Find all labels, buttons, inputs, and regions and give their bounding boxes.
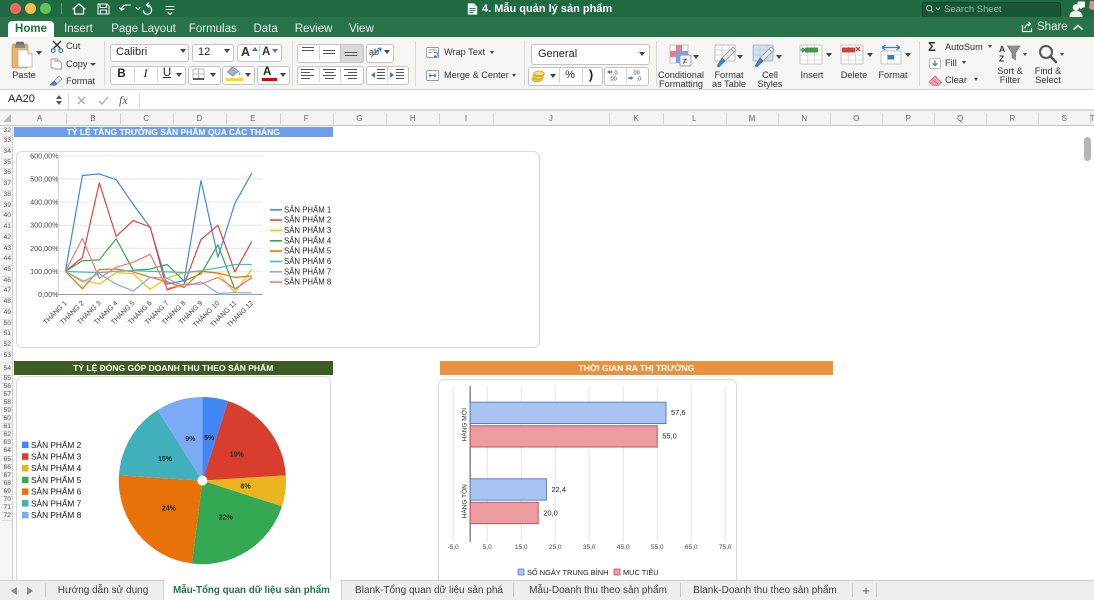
svg-text:45,0: 45,0 [617, 544, 630, 551]
svg-text:SẢN PHẨM 4: SẢN PHẨM 4 [31, 462, 82, 473]
svg-text:SẢN PHẨM 8: SẢN PHẨM 8 [31, 509, 82, 520]
svg-text:22,4: 22,4 [551, 485, 566, 494]
svg-text:SỐ NGÀY TRUNG BÌNH: SỐ NGÀY TRUNG BÌNH [527, 567, 608, 577]
svg-text:HÀNG MỚI: HÀNG MỚI [460, 408, 469, 442]
svg-text:SẢN PHẨM 3: SẢN PHẨM 3 [284, 226, 331, 235]
svg-text:≠: ≠ [683, 56, 688, 66]
svg-text:25,0: 25,0 [549, 544, 562, 551]
svg-text:SẢN PHẨM 7: SẢN PHẨM 7 [284, 267, 331, 276]
svg-text:.00: .00 [609, 77, 617, 83]
svg-text:5%: 5% [204, 435, 215, 442]
svg-text:0,00%: 0,00% [38, 290, 59, 299]
svg-text:SẢN PHẨM 2: SẢN PHẨM 2 [31, 439, 82, 450]
svg-text:100,00%: 100,00% [30, 267, 59, 276]
svg-text:-5,0: -5,0 [448, 544, 460, 551]
svg-text:Z: Z [999, 54, 1004, 64]
svg-text:SẢN PHẨM 6: SẢN PHẨM 6 [31, 486, 82, 497]
svg-text:200,00%: 200,00% [30, 244, 59, 253]
svg-text:55,0: 55,0 [662, 432, 677, 441]
svg-text:6%: 6% [241, 484, 252, 491]
svg-text:A: A [999, 44, 1005, 54]
svg-text:MỤC TIÊU: MỤC TIÊU [623, 568, 659, 577]
svg-text:500,00%: 500,00% [30, 175, 59, 184]
svg-text:15%: 15% [158, 456, 173, 463]
svg-text:22%: 22% [219, 515, 234, 522]
svg-text:.0: .0 [637, 77, 642, 83]
svg-text:20,0: 20,0 [543, 508, 558, 517]
svg-text:SẢN PHẨM 3: SẢN PHẨM 3 [31, 451, 82, 462]
svg-text:55,0: 55,0 [651, 544, 664, 551]
svg-text:35,0: 35,0 [583, 544, 596, 551]
svg-text:24%: 24% [162, 506, 177, 513]
svg-text:75,0: 75,0 [719, 544, 732, 551]
svg-text:SẢN PHẨM 4: SẢN PHẨM 4 [284, 236, 332, 245]
svg-text:SẢN PHẨM 6: SẢN PHẨM 6 [284, 257, 331, 266]
svg-text:600,00%: 600,00% [30, 151, 59, 160]
svg-text:65,0: 65,0 [685, 544, 698, 551]
svg-text:SẢN PHẨM 8: SẢN PHẨM 8 [284, 278, 331, 287]
svg-text:15,0: 15,0 [515, 544, 528, 551]
svg-text:SẢN PHẨM 7: SẢN PHẨM 7 [31, 497, 82, 508]
svg-text:SẢN PHẨM 2: SẢN PHẨM 2 [284, 216, 331, 225]
svg-text:19%: 19% [230, 451, 245, 458]
svg-text:300,00%: 300,00% [30, 221, 59, 230]
svg-text:SẢN PHẨM 5: SẢN PHẨM 5 [284, 247, 332, 256]
svg-text:5,0: 5,0 [483, 544, 492, 551]
svg-text:9%: 9% [185, 436, 196, 443]
svg-text:SẢN PHẨM 1: SẢN PHẨM 1 [284, 205, 331, 214]
svg-text:57,6: 57,6 [671, 408, 686, 417]
svg-text:SẢN PHẨM 5: SẢN PHẨM 5 [31, 474, 82, 485]
svg-text:400,00%: 400,00% [30, 198, 59, 207]
